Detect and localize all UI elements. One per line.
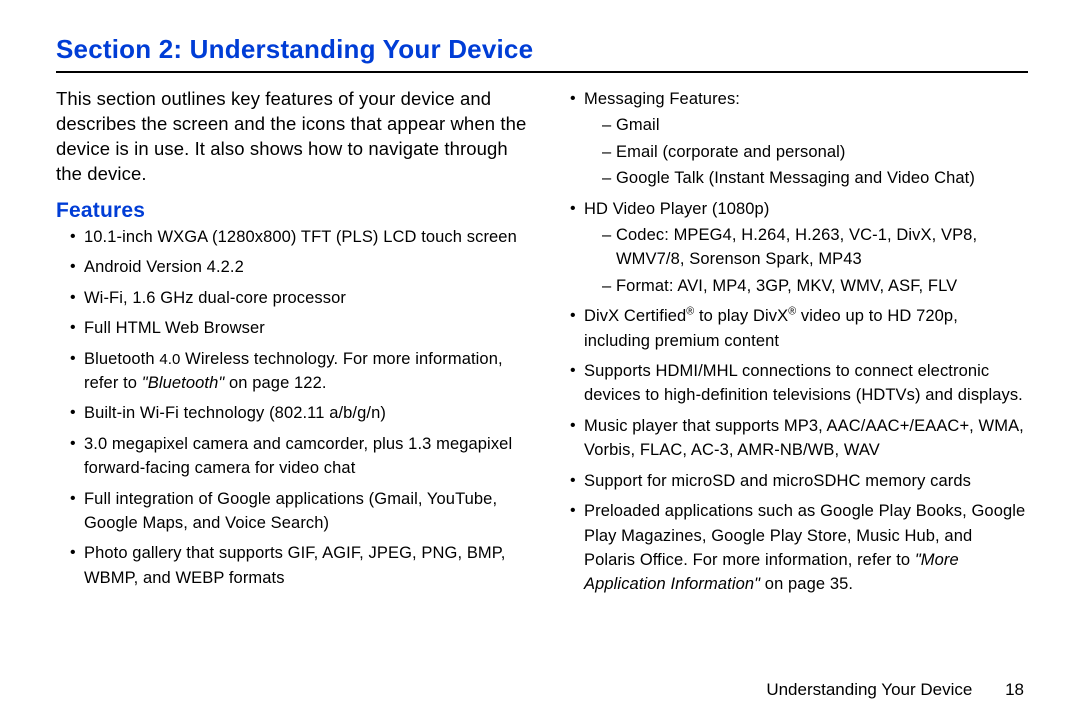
text-fragment: HD Video Player (1080p) <box>584 200 769 218</box>
text-fragment: on page 122. <box>224 374 326 392</box>
content-columns: This section outlines key features of yo… <box>56 87 1028 603</box>
page: Section 2: Understanding Your Device Thi… <box>0 0 1080 720</box>
text-fragment: on page 35. <box>760 575 853 593</box>
page-footer: Understanding Your Device 18 <box>766 680 1024 700</box>
list-item: 10.1-inch WXGA (1280x800) TFT (PLS) LCD … <box>70 225 528 249</box>
list-item: Android Version 4.2.2 <box>70 255 528 279</box>
text-fragment: to play DivX <box>694 307 788 325</box>
intro-paragraph: This section outlines key features of yo… <box>56 87 528 187</box>
list-item: Email (corporate and personal) <box>602 140 1028 164</box>
list-item: Preloaded applications such as Google Pl… <box>570 499 1028 597</box>
list-item: Photo gallery that supports GIF, AGIF, J… <box>70 541 528 590</box>
list-item: Support for microSD and microSDHC memory… <box>570 469 1028 493</box>
list-item: 3.0 megapixel camera and camcorder, plus… <box>70 432 528 481</box>
list-item: Gmail <box>602 113 1028 137</box>
sub-list: Codec: MPEG4, H.264, H.263, VC-1, DivX, … <box>584 223 1028 298</box>
title-rule <box>56 71 1028 73</box>
list-item: Music player that supports MP3, AAC/AAC+… <box>570 414 1028 463</box>
features-list-right: Messaging Features: Gmail Email (corpora… <box>556 87 1028 597</box>
list-item: Full integration of Google applications … <box>70 487 528 536</box>
list-item: Messaging Features: Gmail Email (corpora… <box>570 87 1028 191</box>
list-item: Wi-Fi, 1.6 GHz dual-core processor <box>70 286 528 310</box>
page-number: 18 <box>1005 680 1024 700</box>
right-column: Messaging Features: Gmail Email (corpora… <box>556 87 1028 603</box>
features-heading: Features <box>56 199 528 223</box>
registered-icon: ® <box>788 306 796 318</box>
section-title: Section 2: Understanding Your Device <box>56 34 1028 65</box>
list-item: DivX Certified® to play DivX® video up t… <box>570 304 1028 353</box>
list-item: Bluetooth 4.0 Wireless technology. For m… <box>70 347 528 396</box>
sub-list: Gmail Email (corporate and personal) Goo… <box>584 113 1028 190</box>
list-item: Supports HDMI/MHL connections to connect… <box>570 359 1028 408</box>
features-list-left: 10.1-inch WXGA (1280x800) TFT (PLS) LCD … <box>56 225 528 590</box>
list-item: HD Video Player (1080p) Codec: MPEG4, H.… <box>570 197 1028 299</box>
cross-reference: "Bluetooth" <box>142 374 225 392</box>
list-item: Built-in Wi-Fi technology (802.11 a/b/g/… <box>70 401 528 425</box>
text-fragment: Messaging Features: <box>584 90 740 108</box>
text-fragment: Preloaded applications such as Google Pl… <box>584 502 1025 569</box>
left-column: This section outlines key features of yo… <box>56 87 528 603</box>
list-item: Format: AVI, MP4, 3GP, MKV, WMV, ASF, FL… <box>602 274 1028 298</box>
text-fragment: 4.0 <box>159 351 180 368</box>
text-fragment: Bluetooth <box>84 350 159 368</box>
list-item: Google Talk (Instant Messaging and Video… <box>602 166 1028 190</box>
footer-label: Understanding Your Device <box>766 680 972 699</box>
list-item: Codec: MPEG4, H.264, H.263, VC-1, DivX, … <box>602 223 1028 272</box>
list-item: Full HTML Web Browser <box>70 316 528 340</box>
text-fragment: DivX Certified <box>584 307 686 325</box>
